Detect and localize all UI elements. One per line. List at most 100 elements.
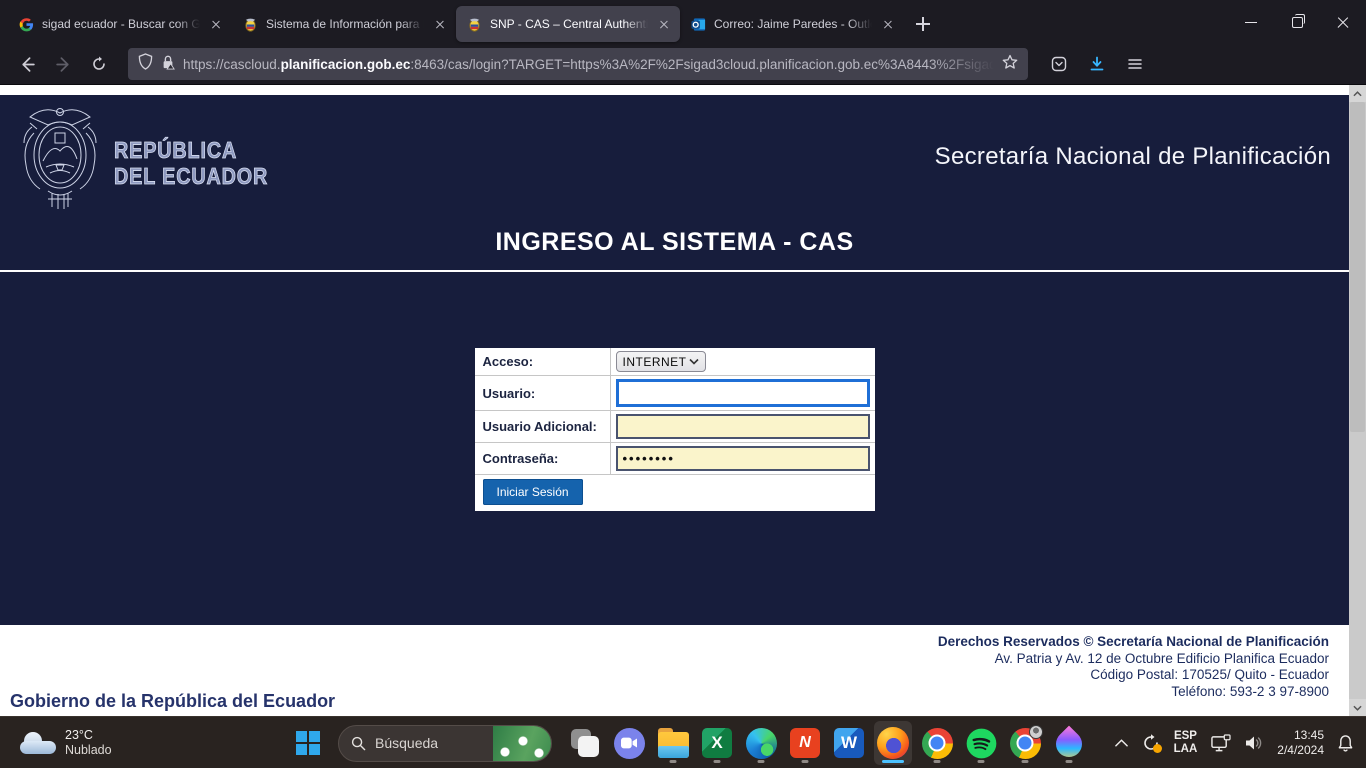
nitro-pdf-icon: N	[790, 728, 820, 758]
iniciar-sesion-button[interactable]: Iniciar Sesión	[483, 479, 583, 505]
nitro-pdf-button[interactable]: N	[786, 721, 824, 765]
page-body: REPÚBLICA DEL ECUADOR Secretaría Naciona…	[0, 95, 1349, 625]
chrome-icon	[922, 728, 953, 759]
edge-icon	[746, 728, 777, 759]
chrome-button[interactable]	[918, 721, 956, 765]
page-scrollbar[interactable]	[1349, 85, 1366, 716]
screen: sigad ecuador - Buscar con Goo Sistema d…	[0, 0, 1366, 768]
taskbar: 23°C Nublado Búsqueda	[0, 716, 1366, 768]
usuario-input[interactable]	[616, 379, 870, 407]
page-footer: Derechos Reservados © Secretaría Naciona…	[0, 625, 1349, 716]
lock-warning-icon[interactable]	[161, 54, 175, 75]
tab-google-search[interactable]: sigad ecuador - Buscar con Goo	[8, 6, 232, 42]
separator-line	[0, 270, 1349, 272]
word-icon: W	[834, 728, 864, 758]
gradient-droplet-icon	[1051, 726, 1088, 763]
profile-avatar-badge	[1029, 725, 1043, 739]
ecuador-crest-favicon-icon	[242, 16, 258, 32]
tab-bar: sigad ecuador - Buscar con Goo Sistema d…	[0, 0, 1366, 44]
pocket-icon[interactable]	[1044, 49, 1074, 79]
usuario-adicional-label: Usuario Adicional:	[475, 411, 611, 442]
republica-del-ecuador-logotext: REPÚBLICA DEL ECUADOR	[114, 137, 268, 189]
url-text: https://cascloud.planificacion.gob.ec:84…	[183, 57, 994, 72]
weather-temp: 23°C	[65, 728, 112, 743]
language-indicator[interactable]: ESP LAA	[1174, 730, 1198, 756]
close-button[interactable]	[1320, 0, 1366, 44]
minimize-button[interactable]	[1228, 0, 1274, 44]
file-explorer-button[interactable]	[654, 721, 692, 765]
tab-close-icon[interactable]	[656, 16, 672, 32]
weather-widget[interactable]: 23°C Nublado	[14, 717, 118, 768]
scrollbar-thumb[interactable]	[1350, 102, 1365, 432]
tab-sistema-informacion[interactable]: Sistema de Información para los	[232, 6, 456, 42]
ecuador-coat-of-arms-logo	[10, 103, 110, 216]
word-button[interactable]: W	[830, 721, 868, 765]
task-view-button[interactable]	[566, 721, 604, 765]
scroll-up-icon[interactable]	[1349, 85, 1366, 102]
menu-hamburger-icon[interactable]	[1120, 49, 1150, 79]
edge-button[interactable]	[742, 721, 780, 765]
clock-date[interactable]: 13:45 2/4/2024	[1277, 728, 1324, 758]
login-form: Acceso: INTERNET Usuario:	[475, 348, 875, 511]
tab-outlook[interactable]: Correo: Jaime Paredes - Outlook	[680, 6, 904, 42]
firefox-button-active[interactable]	[874, 721, 912, 765]
usuario-adicional-input[interactable]	[616, 414, 870, 439]
usuario-label: Usuario:	[475, 376, 611, 410]
bookmark-star-icon[interactable]	[1002, 54, 1018, 75]
tab-title: sigad ecuador - Buscar con Goo	[42, 17, 200, 31]
page-viewport: REPÚBLICA DEL ECUADOR Secretaría Naciona…	[0, 85, 1366, 716]
tab-close-icon[interactable]	[432, 16, 448, 32]
navigation-bar: https://cascloud.planificacion.gob.ec:84…	[0, 44, 1366, 85]
window-controls	[1228, 0, 1366, 44]
update-badge	[1153, 744, 1162, 753]
page-header: REPÚBLICA DEL ECUADOR Secretaría Naciona…	[0, 95, 1349, 215]
network-display-icon[interactable]	[1210, 734, 1231, 753]
task-view-icon	[570, 728, 601, 759]
tab-close-icon[interactable]	[880, 16, 896, 32]
toolbar-right	[1044, 49, 1150, 79]
chrome-profile-button[interactable]	[1006, 721, 1044, 765]
page-title: INGRESO AL SISTEMA - CAS	[0, 215, 1349, 257]
teams-chat-button[interactable]	[610, 721, 648, 765]
google-favicon-icon	[18, 16, 34, 32]
taskbar-search[interactable]: Búsqueda	[338, 725, 552, 762]
notification-bell-icon[interactable]	[1337, 734, 1354, 753]
acceso-select[interactable]: INTERNET	[616, 351, 706, 372]
url-bar[interactable]: https://cascloud.planificacion.gob.ec:84…	[128, 48, 1028, 80]
search-placeholder: Búsqueda	[375, 735, 438, 751]
contrasena-input[interactable]	[616, 446, 870, 471]
speaker-icon[interactable]	[1244, 734, 1264, 752]
search-highlight-image[interactable]	[493, 726, 551, 762]
browser-chrome: sigad ecuador - Buscar con Goo Sistema d…	[0, 0, 1366, 85]
back-button[interactable]	[12, 49, 42, 79]
downloads-icon[interactable]	[1082, 49, 1112, 79]
excel-button[interactable]: X	[698, 721, 736, 765]
ecuador-crest-favicon-icon	[466, 16, 482, 32]
paint-app-button[interactable]	[1050, 721, 1088, 765]
reload-button[interactable]	[84, 49, 114, 79]
update-sync-icon[interactable]	[1141, 733, 1161, 753]
excel-icon: X	[702, 728, 732, 758]
new-tab-button[interactable]	[908, 9, 938, 39]
acceso-label: Acceso:	[475, 348, 611, 375]
outlook-favicon-icon	[690, 16, 706, 32]
spotify-icon	[966, 728, 997, 759]
tab-title: Sistema de Información para los	[266, 17, 424, 31]
weather-condition: Nublado	[65, 743, 112, 758]
gobierno-text: Gobierno de la República del Ecuador	[10, 691, 335, 712]
forward-button[interactable]	[48, 49, 78, 79]
org-name: Secretaría Nacional de Planificación	[935, 143, 1331, 171]
tab-snp-cas-active[interactable]: SNP - CAS – Central Authentica	[456, 6, 680, 42]
tab-close-icon[interactable]	[208, 16, 224, 32]
video-chat-icon	[614, 728, 645, 759]
copyright-block: Derechos Reservados © Secretaría Naciona…	[938, 634, 1329, 700]
tab-title: Correo: Jaime Paredes - Outlook	[714, 17, 872, 31]
scroll-down-icon[interactable]	[1349, 699, 1366, 716]
restore-button[interactable]	[1274, 0, 1320, 44]
tray-chevron-up-icon[interactable]	[1115, 739, 1128, 747]
spotify-button[interactable]	[962, 721, 1000, 765]
cloud-icon	[20, 732, 56, 754]
start-button[interactable]	[290, 725, 326, 761]
tracking-protection-shield-icon[interactable]	[138, 53, 153, 75]
search-icon	[351, 736, 366, 751]
